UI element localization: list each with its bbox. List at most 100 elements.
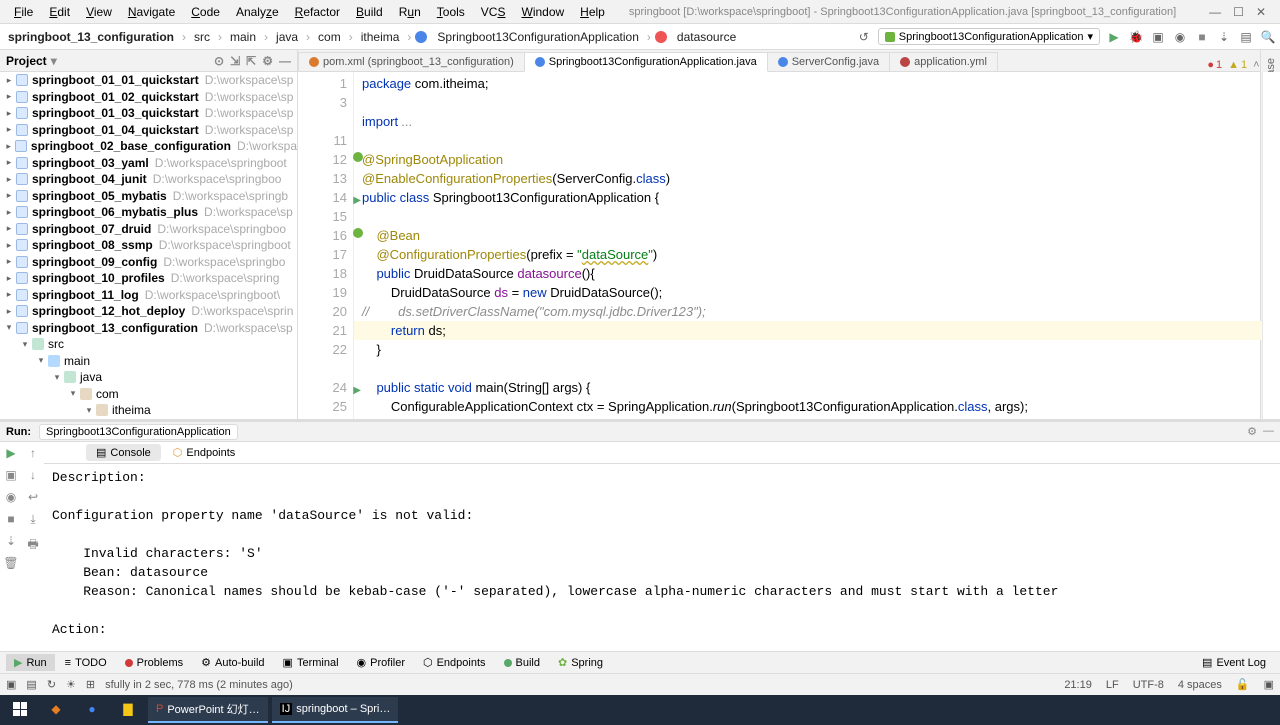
taskbar-intellij[interactable]: IJspringboot – Spri… (272, 697, 399, 723)
tree-module[interactable]: ▸springboot_05_mybatisD:\workspace\sprin… (0, 188, 297, 205)
close-button[interactable]: ✕ (1256, 5, 1266, 19)
bottom-endpoints-tab[interactable]: ⬡Endpoints (415, 654, 494, 671)
tree-dir[interactable]: ▾java (0, 369, 297, 386)
tree-module[interactable]: ▸springboot_07_druidD:\workspace\springb… (0, 221, 297, 238)
line-separator[interactable]: LF (1106, 679, 1119, 691)
crumb-method[interactable]: datasource (673, 28, 740, 46)
gear-icon[interactable]: ⚙ (262, 54, 273, 68)
tree-module[interactable]: ▸springboot_01_02_quickstartD:\workspace… (0, 89, 297, 106)
tree-module[interactable]: ▸springboot_03_yamlD:\workspace\springbo… (0, 155, 297, 172)
run-button[interactable]: ▶ (1106, 29, 1122, 45)
editor-tab[interactable]: Springboot13ConfigurationApplication.jav… (524, 52, 768, 72)
run-sidebar-icon[interactable]: ◉ (6, 490, 16, 504)
editor-tab[interactable]: application.yml (889, 52, 998, 71)
start-button[interactable] (4, 697, 36, 723)
taskbar-chrome[interactable]: ● (76, 697, 108, 723)
console-output[interactable]: Description: Configuration property name… (44, 464, 1280, 651)
caret-position[interactable]: 21:19 (1064, 679, 1092, 691)
minimize-button[interactable]: — (1209, 5, 1221, 19)
bottom-autobuild-tab[interactable]: ⚙Auto-build (193, 654, 272, 671)
run-sidebar-icon[interactable]: 🗑 (3, 556, 18, 570)
collapse-all-icon[interactable]: ⇱ (246, 54, 256, 68)
menu-code[interactable]: Code (183, 3, 228, 21)
run-sidebar-icon[interactable]: ▣ (5, 468, 16, 482)
bottom-todo-tab[interactable]: ≡TODO (57, 655, 115, 671)
soft-wrap-icon[interactable]: ↩ (28, 490, 38, 504)
run-coverage-button[interactable]: ▣ (1150, 29, 1166, 45)
structure-button[interactable]: ▤ (1238, 29, 1254, 45)
menu-build[interactable]: Build (348, 3, 391, 21)
bottom-spring-tab[interactable]: ✿Spring (550, 654, 611, 671)
editor-tab[interactable]: pom.xml (springboot_13_configuration) (298, 52, 525, 71)
expand-all-icon[interactable]: ⇲ (230, 54, 240, 68)
profile-button[interactable]: ◉ (1172, 29, 1188, 45)
tree-module[interactable]: ▸springboot_01_04_quickstartD:\workspace… (0, 122, 297, 139)
menu-help[interactable]: Help (572, 3, 613, 21)
crumb-class[interactable]: Springboot13ConfigurationApplication (433, 28, 642, 46)
bottom-run-tab[interactable]: ▶Run (6, 654, 55, 671)
memory-indicator-icon[interactable]: ▣ (1264, 678, 1274, 691)
menu-run[interactable]: Run (391, 3, 429, 21)
git-update-button[interactable]: ⇣ (1216, 29, 1232, 45)
taskbar-app[interactable]: ◆ (40, 697, 72, 723)
code-editor[interactable]: 1311121314▶151617181920212224▶25 package… (298, 72, 1280, 419)
crumb-java[interactable]: java (272, 28, 302, 46)
status-icon[interactable]: ▣ (6, 678, 16, 691)
tree-dir[interactable]: ▾main (0, 353, 297, 370)
tree-module[interactable]: ▸springboot_09_configD:\workspace\spring… (0, 254, 297, 271)
tree-module[interactable]: ▸springboot_08_ssmpD:\workspace\springbo… (0, 237, 297, 254)
search-everywhere-button[interactable]: 🔍 (1260, 29, 1276, 45)
tree-module[interactable]: ▸springboot_02_base_configurationD:\work… (0, 138, 297, 155)
menu-navigate[interactable]: Navigate (120, 3, 183, 21)
menu-refactor[interactable]: Refactor (287, 3, 348, 21)
debug-button[interactable]: 🐞 (1128, 29, 1144, 45)
menu-window[interactable]: Window (513, 3, 572, 21)
run-up-icon[interactable]: ↑ (30, 446, 36, 460)
hide-icon[interactable]: — (279, 54, 291, 68)
rerun-button[interactable]: ▶ (6, 446, 15, 460)
status-icon[interactable]: ↻ (47, 678, 56, 691)
warning-count-badge[interactable]: ▲ 1 (1228, 59, 1247, 71)
run-down-icon[interactable]: ↓ (30, 468, 36, 482)
taskbar-explorer[interactable]: ▇ (112, 697, 144, 723)
scroll-end-icon[interactable]: ⤓ (30, 512, 35, 527)
crumb-main[interactable]: main (226, 28, 260, 46)
tree-dir[interactable]: ▾itheima (0, 402, 297, 419)
tree-module[interactable]: ▸springboot_11_logD:\workspace\springboo… (0, 287, 297, 304)
tree-module[interactable]: ▸springboot_04_junitD:\workspace\springb… (0, 171, 297, 188)
editor-tab[interactable]: ServerConfig.java (767, 52, 890, 71)
menu-analyze[interactable]: Analyze (228, 3, 287, 21)
tree-module[interactable]: ▸springboot_01_01_quickstartD:\workspace… (0, 72, 297, 89)
run-sidebar-icon[interactable]: ⇣ (6, 534, 16, 548)
menu-tools[interactable]: Tools (429, 3, 473, 21)
status-icon[interactable]: ▤ (26, 678, 36, 691)
maximize-button[interactable]: ☐ (1233, 5, 1244, 19)
tree-module-open[interactable]: ▾springboot_13_configurationD:\workspace… (0, 320, 297, 337)
tree-module[interactable]: ▸springboot_12_hot_deployD:\workspace\sp… (0, 303, 297, 320)
menu-file[interactable]: File (6, 3, 41, 21)
stop-button[interactable]: ■ (1194, 29, 1210, 45)
prev-highlight-icon[interactable]: ˄ (1253, 59, 1259, 71)
gear-icon[interactable]: ⚙ (1247, 425, 1257, 438)
file-encoding[interactable]: UTF-8 (1133, 679, 1164, 691)
bottom-terminal-tab[interactable]: ▣Terminal (275, 654, 347, 671)
menu-edit[interactable]: Edit (41, 3, 78, 21)
crumb-itheima[interactable]: itheima (357, 28, 404, 46)
tree-dir[interactable]: ▾com (0, 386, 297, 403)
tree-dir[interactable]: ▾src (0, 336, 297, 353)
hide-icon[interactable]: — (1263, 425, 1274, 438)
crumb-com[interactable]: com (314, 28, 345, 46)
run-config-selector[interactable]: Springboot13ConfigurationApplication ▾ (878, 28, 1100, 45)
taskbar-powerpoint[interactable]: PPowerPoint 幻灯… (148, 697, 268, 723)
chevron-down-icon[interactable]: ▾ (51, 54, 57, 68)
tree-module[interactable]: ▸springboot_01_03_quickstartD:\workspace… (0, 105, 297, 122)
indent-setting[interactable]: 4 spaces (1178, 679, 1222, 691)
menu-vcs[interactable]: VCS (473, 3, 514, 21)
event-log-tab[interactable]: ▤Event Log (1194, 654, 1274, 671)
tree-module[interactable]: ▸springboot_10_profilesD:\workspace\spri… (0, 270, 297, 287)
bottom-problems-tab[interactable]: Problems (117, 655, 191, 671)
tree-module[interactable]: ▸springboot_06_mybatis_plusD:\workspace\… (0, 204, 297, 221)
readonly-lock-icon[interactable]: 🔓 (1236, 678, 1250, 691)
console-tab[interactable]: ▤Console (86, 444, 161, 461)
crumb-src[interactable]: src (190, 28, 214, 46)
